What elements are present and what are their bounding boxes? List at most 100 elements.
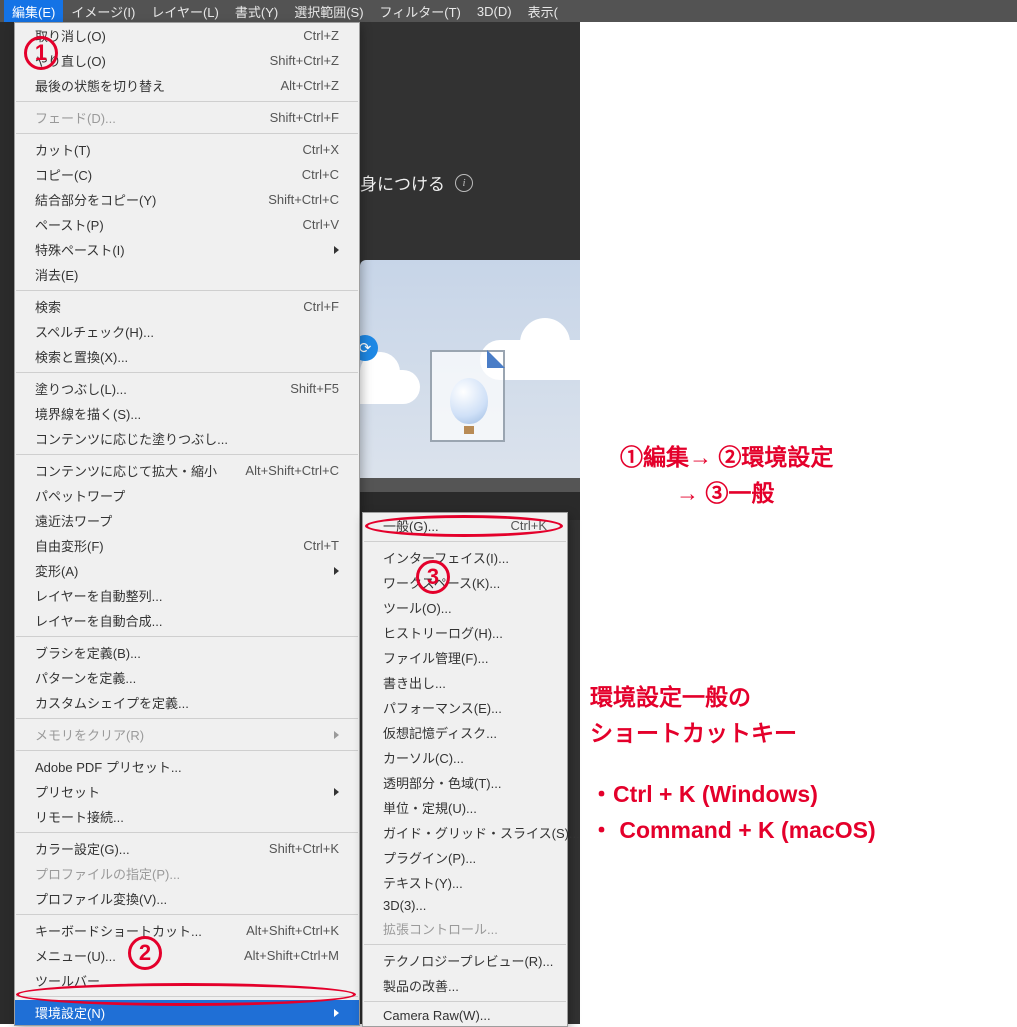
menubar-item-view[interactable]: 表示(	[520, 0, 566, 23]
edit-menu-item[interactable]: コンテンツに応じて拡大・縮小Alt+Shift+Ctrl+C	[15, 458, 359, 483]
menu-item-label: 境界線を描く(S)...	[35, 404, 141, 423]
menu-item-label: パフォーマンス(E)...	[383, 698, 502, 717]
menu-item-label: リモート接続...	[35, 807, 124, 826]
edit-menu-item[interactable]: コピー(C)Ctrl+C	[15, 162, 359, 187]
edit-menu-item[interactable]: キーボードショートカット...Alt+Shift+Ctrl+K	[15, 918, 359, 943]
prefs-submenu-item[interactable]: ワークスペース(K)...	[363, 570, 567, 595]
callout-ellipse-general	[365, 515, 563, 537]
edit-menu-item: フェード(D)...Shift+Ctrl+F	[15, 105, 359, 130]
edit-menu-item[interactable]: 境界線を描く(S)...	[15, 401, 359, 426]
prefs-submenu-item[interactable]: 単位・定規(U)...	[363, 795, 567, 820]
prefs-submenu-item[interactable]: インターフェイス(I)...	[363, 545, 567, 570]
edit-menu-item[interactable]: レイヤーを自動整列...	[15, 583, 359, 608]
edit-menu-item[interactable]: 結合部分をコピー(Y)Shift+Ctrl+C	[15, 187, 359, 212]
menu-item-shortcut: Shift+F5	[272, 381, 339, 396]
edit-menu-item[interactable]: リモート接続...	[15, 804, 359, 829]
edit-menu-item[interactable]: コンテンツに応じた塗りつぶし...	[15, 426, 359, 451]
edit-menu-item[interactable]: レイヤーを自動合成...	[15, 608, 359, 633]
menu-item-shortcut: Ctrl+Z	[285, 28, 339, 43]
menubar-item-3d[interactable]: 3D(D)	[469, 2, 520, 21]
menubar-item-image[interactable]: イメージ(I)	[63, 0, 143, 23]
edit-menu-item[interactable]: Adobe PDF プリセット...	[15, 754, 359, 779]
menubar-item-filter[interactable]: フィルター(T)	[372, 0, 469, 23]
callout-number-1: 1	[24, 36, 58, 70]
prefs-submenu-item: 拡張コントロール...	[363, 916, 567, 941]
menu-item-shortcut: Shift+Ctrl+C	[250, 192, 339, 207]
menu-item-label: 遠近法ワープ	[35, 511, 112, 530]
edit-menu-item[interactable]: 自由変形(F)Ctrl+T	[15, 533, 359, 558]
menu-separator	[16, 636, 358, 637]
preferences-submenu: 一般(G)...Ctrl+Kインターフェイス(I)...ワークスペース(K)..…	[362, 512, 568, 1027]
edit-menu-item[interactable]: カラー設定(G)... Shift+Ctrl+K	[15, 836, 359, 861]
menu-item-label: 塗りつぶし(L)...	[35, 379, 127, 398]
submenu-arrow-icon	[334, 246, 339, 254]
edit-menu-item[interactable]: プロファイル変換(V)...	[15, 886, 359, 911]
prefs-submenu-item[interactable]: 仮想記憶ディスク...	[363, 720, 567, 745]
edit-menu-item[interactable]: 検索Ctrl+F	[15, 294, 359, 319]
prefs-submenu-item[interactable]: ガイド・グリッド・スライス(S)...	[363, 820, 567, 845]
menu-item-label: プロファイルの指定(P)...	[35, 864, 180, 883]
edit-menu-item[interactable]: 遠近法ワープ	[15, 508, 359, 533]
submenu-arrow-icon	[334, 1009, 339, 1017]
prefs-submenu-item[interactable]: 透明部分・色域(T)...	[363, 770, 567, 795]
menu-item-label: 検索と置換(X)...	[35, 347, 128, 366]
prefs-submenu-item[interactable]: ツール(O)...	[363, 595, 567, 620]
prefs-submenu-item[interactable]: テクノロジープレビュー(R)...	[363, 948, 567, 973]
menu-item-shortcut: Alt+Shift+Ctrl+M	[226, 948, 339, 963]
menu-separator	[364, 541, 566, 542]
edit-menu-item[interactable]: 変形(A)	[15, 558, 359, 583]
prefs-submenu-item[interactable]: Camera Raw(W)...	[363, 1005, 567, 1026]
balloon-icon	[450, 378, 488, 424]
menu-item-label: 変形(A)	[35, 561, 78, 580]
prefs-submenu-item[interactable]: ヒストリーログ(H)...	[363, 620, 567, 645]
edit-menu-item[interactable]: 消去(E)	[15, 262, 359, 287]
menu-item-shortcut: Shift+Ctrl+F	[252, 110, 339, 125]
edit-menu-item[interactable]: カスタムシェイプを定義...	[15, 690, 359, 715]
menu-item-label: 自由変形(F)	[35, 536, 104, 555]
edit-menu-item[interactable]: ブラシを定義(B)...	[15, 640, 359, 665]
prefs-submenu-item[interactable]: ファイル管理(F)...	[363, 645, 567, 670]
prefs-submenu-item[interactable]: パフォーマンス(E)...	[363, 695, 567, 720]
menu-separator	[16, 750, 358, 751]
callout-path-line1: ①編集→ ②環境設定	[620, 440, 833, 476]
menu-item-label: カスタムシェイプを定義...	[35, 693, 189, 712]
edit-menu-item[interactable]: ペースト(P)Ctrl+V	[15, 212, 359, 237]
edit-menu-item[interactable]: プリセット	[15, 779, 359, 804]
edit-menu-item[interactable]: 塗りつぶし(L)... Shift+F5	[15, 376, 359, 401]
menubar: 編集(E) イメージ(I) レイヤー(L) 書式(Y) 選択範囲(S) フィルタ…	[0, 0, 1017, 22]
menu-item-shortcut: Ctrl+X	[285, 142, 339, 157]
info-icon[interactable]: i	[455, 174, 473, 192]
menu-separator	[364, 1001, 566, 1002]
edit-menu-item[interactable]: カット(T)Ctrl+X	[15, 137, 359, 162]
menu-item-shortcut: Alt+Shift+Ctrl+K	[228, 923, 339, 938]
menubar-item-layer[interactable]: レイヤー(L)	[143, 0, 227, 23]
prefs-submenu-item[interactable]: 製品の改善...	[363, 973, 567, 998]
menu-item-label: 特殊ペースト(I)	[35, 240, 125, 259]
prefs-submenu-item[interactable]: テキスト(Y)...	[363, 870, 567, 895]
edit-menu-item[interactable]: 最後の状態を切り替えAlt+Ctrl+Z	[15, 73, 359, 98]
prefs-submenu-item[interactable]: 書き出し...	[363, 670, 567, 695]
prefs-submenu-item[interactable]: 3D(3)...	[363, 895, 567, 916]
menu-item-label: ヒストリーログ(H)...	[383, 623, 503, 642]
edit-menu-item[interactable]: 特殊ペースト(I)	[15, 237, 359, 262]
menubar-item-select[interactable]: 選択範囲(S)	[286, 0, 371, 23]
prefs-submenu-item[interactable]: プラグイン(P)...	[363, 845, 567, 870]
edit-menu-item[interactable]: 取り消し(O)Ctrl+Z	[15, 23, 359, 48]
edit-menu-item[interactable]: スペルチェック(H)...	[15, 319, 359, 344]
menu-item-shortcut: Shift+Ctrl+K	[251, 841, 339, 856]
edit-menu-item[interactable]: やり直し(O)Shift+Ctrl+Z	[15, 48, 359, 73]
menubar-item-type[interactable]: 書式(Y)	[227, 0, 286, 23]
edit-menu-item[interactable]: メニュー(U)...Alt+Shift+Ctrl+M	[15, 943, 359, 968]
menu-item-label: 消去(E)	[35, 265, 78, 284]
menu-item-label: カラー設定(G)...	[35, 839, 130, 858]
menu-item-label: テキスト(Y)...	[383, 873, 463, 892]
edit-menu-item[interactable]: 検索と置換(X)...	[15, 344, 359, 369]
edit-menu-item[interactable]: パターンを定義...	[15, 665, 359, 690]
callout-shortcut-mac: Command + K (macOS)	[590, 813, 876, 849]
edit-menu-item[interactable]: パペットワープ	[15, 483, 359, 508]
prefs-submenu-item[interactable]: カーソル(C)...	[363, 745, 567, 770]
callout-ellipse-preferences	[16, 983, 356, 1006]
menu-item-label: 製品の改善...	[383, 976, 459, 995]
menubar-item-edit[interactable]: 編集(E)	[4, 0, 63, 23]
callout-shortcut-title2: ショートカットキー	[590, 716, 876, 752]
